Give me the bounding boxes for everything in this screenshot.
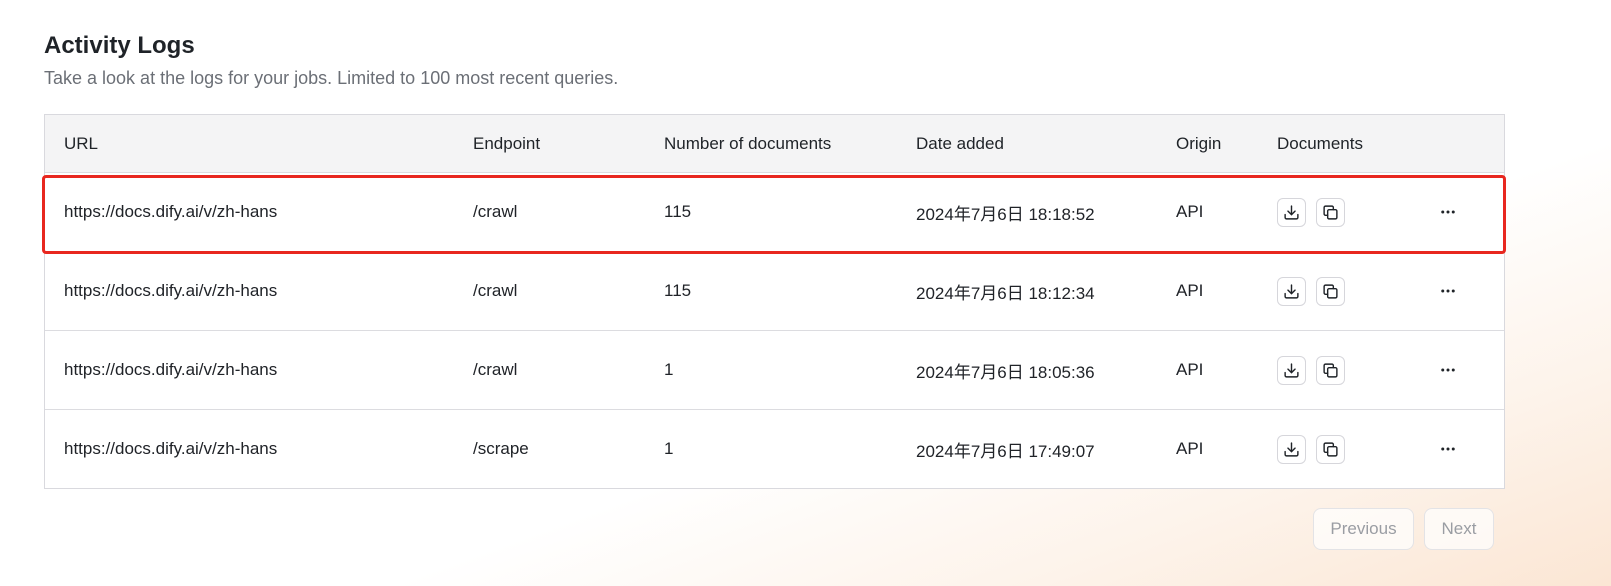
copy-icon bbox=[1323, 204, 1338, 220]
next-page-button[interactable]: Next bbox=[1424, 508, 1494, 550]
row-url: https://docs.dify.ai/v/zh-hans bbox=[64, 439, 278, 458]
more-horizontal-icon bbox=[1441, 210, 1455, 214]
row-more-actions bbox=[1436, 252, 1460, 330]
column-header-url: URL bbox=[64, 133, 99, 153]
row-number-of-documents: 1 bbox=[664, 439, 674, 458]
row-document-actions bbox=[1277, 331, 1345, 409]
table-header-row: URL Endpoint Number of documents Date ad… bbox=[45, 115, 1504, 172]
row-document-actions bbox=[1277, 252, 1345, 330]
table-row: https://docs.dify.ai/v/zh-hans /crawl 1 … bbox=[45, 330, 1504, 409]
column-header-date-added: Date added bbox=[916, 133, 1004, 153]
more-options-button[interactable] bbox=[1436, 279, 1460, 303]
download-icon bbox=[1284, 362, 1299, 378]
page-subtitle: Take a look at the logs for your jobs. L… bbox=[44, 68, 619, 88]
copy-icon bbox=[1323, 441, 1338, 457]
row-url: https://docs.dify.ai/v/zh-hans bbox=[64, 281, 278, 300]
copy-button[interactable] bbox=[1316, 434, 1345, 464]
download-icon bbox=[1284, 441, 1299, 457]
row-more-actions bbox=[1436, 331, 1460, 409]
activity-logs-table: URL Endpoint Number of documents Date ad… bbox=[42, 114, 1506, 489]
row-origin: API bbox=[1176, 439, 1204, 458]
row-origin: API bbox=[1176, 360, 1204, 379]
row-url: https://docs.dify.ai/v/zh-hans bbox=[64, 360, 278, 379]
row-date-added: 2024年7月6日 18:18:52 bbox=[916, 204, 1095, 224]
more-options-button[interactable] bbox=[1436, 200, 1460, 224]
more-horizontal-icon bbox=[1441, 447, 1455, 451]
row-number-of-documents: 115 bbox=[664, 281, 692, 300]
row-endpoint: /crawl bbox=[473, 360, 518, 379]
row-document-actions bbox=[1277, 410, 1345, 488]
download-button[interactable] bbox=[1277, 276, 1306, 306]
row-origin: API bbox=[1176, 281, 1204, 300]
column-header-number-of-documents: Number of documents bbox=[664, 133, 832, 153]
download-icon bbox=[1284, 283, 1299, 299]
download-icon bbox=[1284, 204, 1299, 220]
row-date-added: 2024年7月6日 18:12:34 bbox=[916, 283, 1095, 303]
activity-logs-page: Activity Logs Take a look at the logs fo… bbox=[42, 30, 1506, 550]
row-date-added: 2024年7月6日 17:49:07 bbox=[916, 441, 1095, 461]
row-endpoint: /scrape bbox=[473, 439, 529, 458]
download-button[interactable] bbox=[1277, 434, 1306, 464]
copy-button[interactable] bbox=[1316, 355, 1345, 385]
row-origin: API bbox=[1176, 202, 1204, 221]
row-number-of-documents: 1 bbox=[664, 360, 674, 379]
row-url: https://docs.dify.ai/v/zh-hans bbox=[64, 202, 278, 221]
copy-icon bbox=[1323, 362, 1338, 378]
more-options-button[interactable] bbox=[1436, 358, 1460, 382]
row-endpoint: /crawl bbox=[473, 202, 518, 221]
more-horizontal-icon bbox=[1441, 368, 1455, 372]
download-button[interactable] bbox=[1277, 197, 1306, 227]
row-more-actions bbox=[1436, 410, 1460, 488]
copy-button[interactable] bbox=[1316, 276, 1345, 306]
table-row: https://docs.dify.ai/v/zh-hans /crawl 11… bbox=[45, 172, 1504, 251]
more-options-button[interactable] bbox=[1436, 437, 1460, 461]
column-header-origin: Origin bbox=[1176, 133, 1222, 153]
column-header-documents: Documents bbox=[1277, 133, 1363, 153]
row-number-of-documents: 115 bbox=[664, 202, 692, 221]
copy-icon bbox=[1323, 283, 1338, 299]
pagination: Previous Next bbox=[1313, 508, 1494, 550]
row-more-actions bbox=[1436, 173, 1460, 251]
row-date-added: 2024年7月6日 18:05:36 bbox=[916, 362, 1095, 382]
row-document-actions bbox=[1277, 173, 1345, 251]
table-row: https://docs.dify.ai/v/zh-hans /crawl 11… bbox=[45, 251, 1504, 330]
download-button[interactable] bbox=[1277, 355, 1306, 385]
row-endpoint: /crawl bbox=[473, 281, 518, 300]
table-row: https://docs.dify.ai/v/zh-hans /scrape 1… bbox=[45, 409, 1504, 488]
previous-page-button[interactable]: Previous bbox=[1313, 508, 1414, 550]
column-header-endpoint: Endpoint bbox=[473, 133, 541, 153]
copy-button[interactable] bbox=[1316, 197, 1345, 227]
more-horizontal-icon bbox=[1441, 289, 1455, 293]
page-title: Activity Logs bbox=[44, 32, 195, 59]
